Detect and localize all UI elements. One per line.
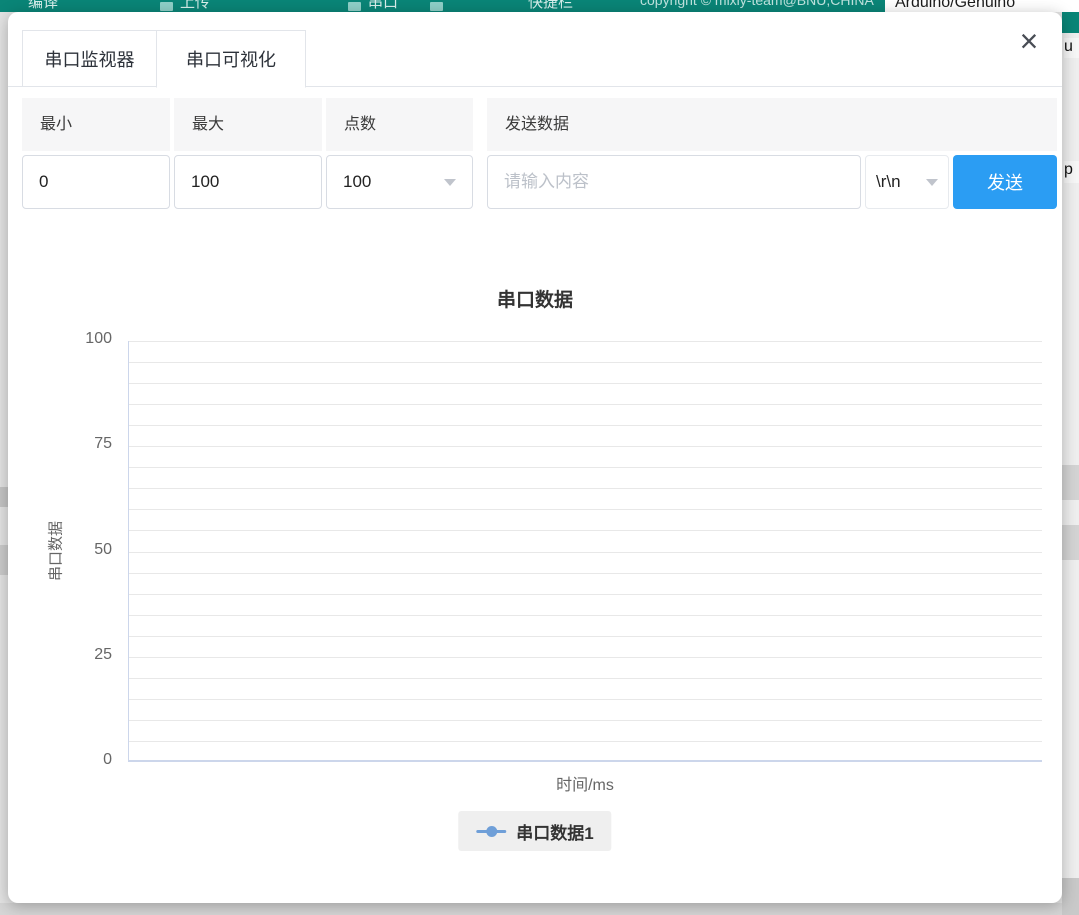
board-selector-label: Arduino/Genuino <box>895 0 1015 12</box>
send-data-input[interactable] <box>487 155 861 209</box>
board-selector[interactable]: Arduino/Genuino <box>885 0 1079 12</box>
points-select[interactable]: 100 <box>326 155 473 209</box>
gridline <box>129 509 1042 510</box>
gridline <box>129 425 1042 426</box>
gridline <box>129 552 1042 553</box>
quickbar-icon <box>430 2 443 11</box>
gridline <box>129 657 1042 658</box>
y-tick-label: 100 <box>38 330 112 348</box>
background-fragment <box>1062 525 1079 560</box>
gridline <box>129 678 1042 679</box>
background-fragment <box>0 903 1062 915</box>
background-fragment <box>1062 465 1079 500</box>
y-tick-label: 0 <box>38 751 112 769</box>
gridline <box>129 573 1042 574</box>
gridline <box>129 594 1042 595</box>
gridline <box>129 720 1042 721</box>
header-send-data: 发送数据 <box>487 98 1057 151</box>
toolbar-item-quickbar[interactable]: 快捷栏 <box>528 0 573 12</box>
line-ending-value: \r\n <box>876 172 901 192</box>
background-fragment <box>1062 12 1079 33</box>
send-button[interactable]: 发送 <box>953 155 1057 209</box>
gridline <box>129 615 1042 616</box>
header-max: 最大 <box>174 98 322 151</box>
tab-serial-monitor[interactable]: 串口监视器 <box>22 30 157 86</box>
gridline <box>129 362 1042 363</box>
serial-icon <box>348 2 361 11</box>
background-fragment <box>0 545 8 575</box>
upload-icon <box>160 2 173 11</box>
plot-grid <box>128 341 1042 762</box>
points-select-value: 100 <box>343 172 371 192</box>
legend-label: 串口数据1 <box>516 819 593 844</box>
line-ending-select[interactable]: \r\n <box>865 155 949 209</box>
header-points: 点数 <box>326 98 473 151</box>
y-tick-label: 25 <box>38 646 112 664</box>
gridline <box>129 699 1042 700</box>
gridline <box>129 741 1042 742</box>
legend-marker <box>476 825 506 837</box>
gridline <box>129 341 1042 342</box>
gridline <box>129 446 1042 447</box>
copyright-text: copyright © mixly-team@BNU,CHINA <box>640 0 874 8</box>
gridline <box>129 467 1042 468</box>
toolbar-item-compile[interactable]: 编译 <box>28 0 58 12</box>
serial-dialog: × 串口监视器 串口可视化 最小 最大 点数 发送数据 100 \r\n 发送 … <box>8 12 1062 903</box>
clipped-text-p: p <box>1064 161 1079 183</box>
y-tick-label: 75 <box>38 435 112 453</box>
background-fragment <box>0 487 8 507</box>
gridline <box>129 383 1042 384</box>
gridline <box>129 636 1042 637</box>
background-fragment <box>1062 878 1079 915</box>
chart-title: 串口数据 <box>8 285 1062 312</box>
gridline <box>129 530 1042 531</box>
min-input[interactable] <box>22 155 170 209</box>
legend-marker-dot <box>486 826 497 837</box>
toolbar-item-upload[interactable]: 上传 <box>180 0 210 12</box>
clipped-text-u: u <box>1064 38 1079 58</box>
tab-serial-visualization[interactable]: 串口可视化 <box>156 30 306 88</box>
serial-chart: 串口数据 串口数据 0255075100 时间/ms 串口数据1 <box>8 275 1062 875</box>
legend-item[interactable]: 串口数据1 <box>458 811 611 851</box>
header-min: 最小 <box>22 98 170 151</box>
x-axis-title: 时间/ms <box>128 771 1042 795</box>
toolbar-item-serial[interactable]: 串口 <box>368 0 398 12</box>
gridline <box>129 488 1042 489</box>
chevron-down-icon <box>444 179 456 186</box>
gridline <box>129 404 1042 405</box>
y-tick-label: 50 <box>38 541 112 559</box>
tab-bar: 串口监视器 串口可视化 <box>8 30 1062 87</box>
chevron-down-icon <box>926 179 938 186</box>
max-input[interactable] <box>174 155 322 209</box>
